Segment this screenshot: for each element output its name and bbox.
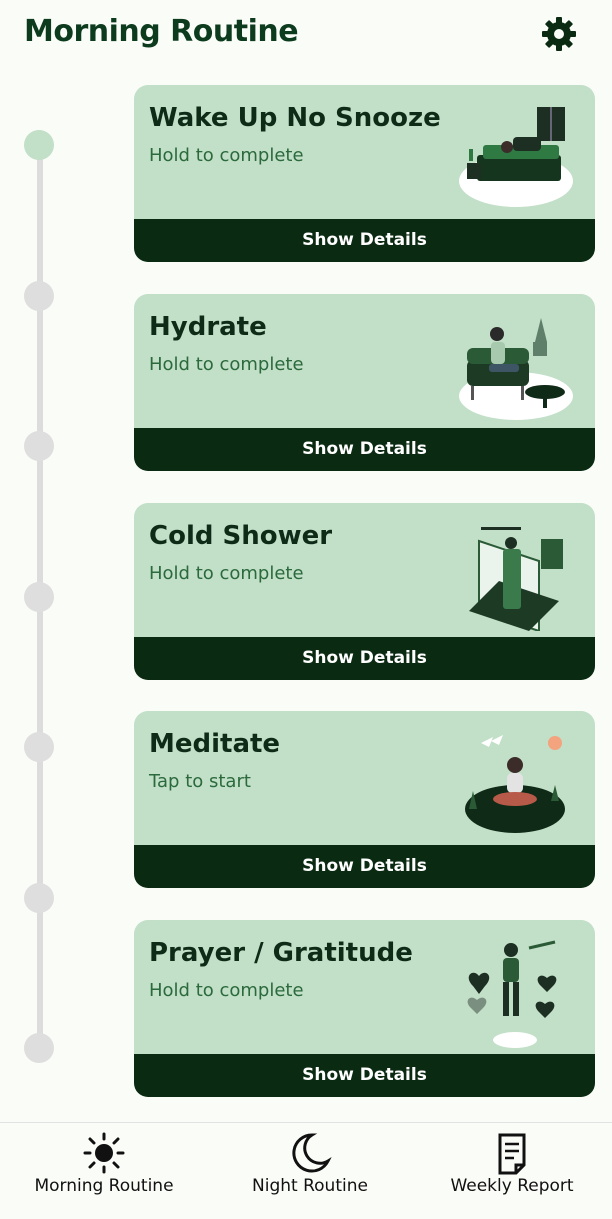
show-details-button[interactable]: Show Details [134, 637, 595, 680]
meditation-icon [459, 729, 577, 839]
header: Morning Routine [0, 0, 612, 70]
timeline-dot [24, 582, 54, 612]
timeline-dot [24, 883, 54, 913]
task-subtitle: Hold to complete [149, 980, 304, 1001]
gratitude-icon [459, 938, 577, 1048]
gear-icon[interactable] [540, 15, 578, 53]
task-title: Wake Up No Snooze [149, 103, 441, 133]
sun-icon [82, 1131, 126, 1175]
timeline-dot [24, 1033, 54, 1063]
task-subtitle: Hold to complete [149, 145, 304, 166]
timeline-dot [24, 281, 54, 311]
nav-night-routine[interactable]: Night Routine [208, 1123, 412, 1219]
task-title: Meditate [149, 729, 281, 759]
sofa-tea-icon [459, 312, 577, 422]
timeline-dot [24, 732, 54, 762]
bottom-nav: Morning Routine Night Routine Weekly Rep… [0, 1122, 612, 1219]
timeline-dot-completed [24, 130, 54, 160]
show-details-button[interactable]: Show Details [134, 1054, 595, 1097]
moon-icon [288, 1131, 332, 1175]
nav-label: Night Routine [252, 1176, 368, 1196]
show-details-button[interactable]: Show Details [134, 219, 595, 262]
task-title: Hydrate [149, 312, 267, 342]
timeline-dot [24, 431, 54, 461]
task-title: Prayer / Gratitude [149, 938, 413, 968]
nav-weekly-report[interactable]: Weekly Report [410, 1123, 612, 1219]
task-card-hydrate[interactable]: Hydrate Hold to complete Show Details [134, 294, 595, 471]
bed-sleep-icon [459, 103, 577, 213]
task-subtitle: Tap to start [149, 771, 251, 792]
report-icon [490, 1131, 534, 1175]
task-title: Cold Shower [149, 521, 333, 551]
show-details-button[interactable]: Show Details [134, 845, 595, 888]
nav-label: Morning Routine [34, 1176, 174, 1196]
timeline [24, 0, 56, 1100]
task-card-wake-up[interactable]: Wake Up No Snooze Hold to complete Show … [134, 85, 595, 262]
task-card-prayer-gratitude[interactable]: Prayer / Gratitude Hold to complete Show… [134, 920, 595, 1097]
task-subtitle: Hold to complete [149, 354, 304, 375]
page-title: Morning Routine [24, 14, 299, 49]
task-card-meditate[interactable]: Meditate Tap to start Show Details [134, 711, 595, 888]
task-card-cold-shower[interactable]: Cold Shower Hold to complete Show Detail… [134, 503, 595, 680]
show-details-button[interactable]: Show Details [134, 428, 595, 471]
task-subtitle: Hold to complete [149, 563, 304, 584]
nav-morning-routine[interactable]: Morning Routine [2, 1123, 206, 1219]
nav-label: Weekly Report [450, 1176, 574, 1196]
shower-icon [459, 521, 577, 633]
